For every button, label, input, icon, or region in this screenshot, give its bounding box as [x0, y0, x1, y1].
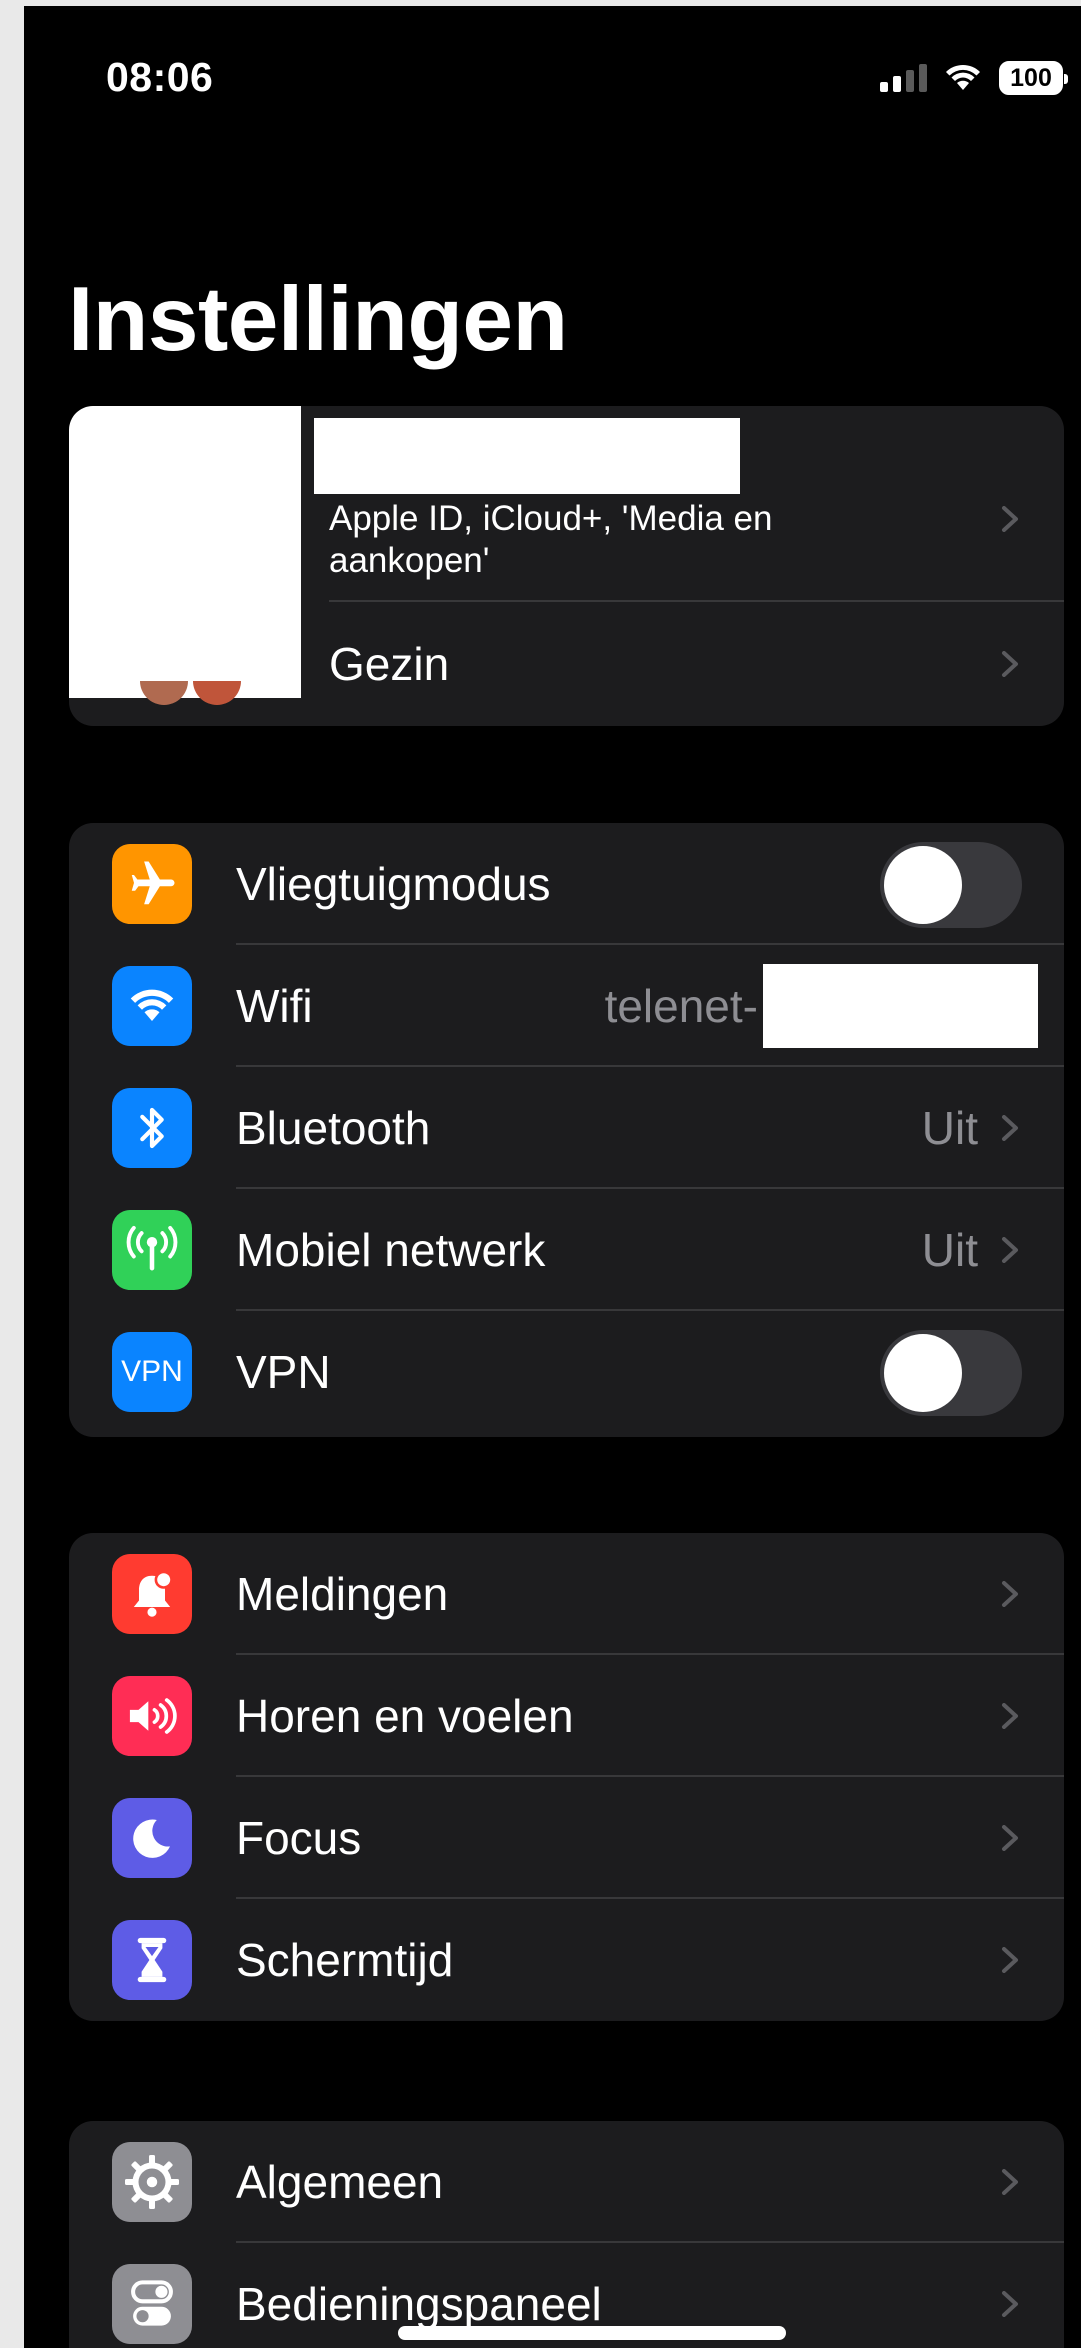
row-notifications[interactable]: Meldingen [69, 1533, 1064, 1655]
airplane-mode-toggle[interactable] [880, 842, 1022, 928]
chevron-right-icon [1002, 1825, 1018, 1851]
chevron-right-icon [1002, 651, 1018, 677]
gear-icon [112, 2142, 192, 2222]
chevron-right-icon [1002, 1581, 1018, 1607]
row-label: Wifi [236, 980, 313, 1032]
wifi-network-name: telenet- [604, 980, 758, 1032]
family-label[interactable]: Gezin [329, 602, 449, 726]
chevron-right-icon [1002, 1947, 1018, 1973]
status-time: 08:06 [106, 54, 214, 100]
row-screen-time[interactable]: Schermtijd [69, 1899, 1064, 2021]
row-value: Uit [921, 1102, 978, 1154]
moon-icon [112, 1798, 192, 1878]
page-title: Instellingen [68, 269, 568, 370]
chevron-right-icon [1002, 2291, 1018, 2317]
profile-subtitle: Apple ID, iCloud+, 'Media en aankopen' [329, 499, 773, 580]
wifi-icon [112, 966, 192, 1046]
bell-icon [112, 1554, 192, 1634]
family-avatars [140, 681, 241, 705]
cellular-signal-icon [880, 64, 927, 92]
row-airplane-mode[interactable]: Vliegtuigmodus [69, 823, 1064, 945]
speaker-icon [112, 1676, 192, 1756]
chevron-right-icon [1002, 2169, 1018, 2195]
profile-name-redacted [314, 418, 740, 494]
row-sounds[interactable]: Horen en voelen [69, 1655, 1064, 1777]
status-icons: 100 [880, 58, 1068, 98]
chevron-right-icon [1002, 1703, 1018, 1729]
chevron-right-icon [1002, 506, 1018, 532]
vpn-toggle[interactable] [880, 1330, 1022, 1416]
row-bluetooth[interactable]: Bluetooth Uit [69, 1067, 1064, 1189]
row-mobile-network[interactable]: Mobiel netwerk Uit [69, 1189, 1064, 1311]
vpn-icon: VPN [112, 1332, 192, 1412]
status-bar: 08:06 100 [24, 6, 1081, 146]
row-label: VPN [236, 1346, 331, 1398]
row-general[interactable]: Algemeen [69, 2121, 1064, 2243]
switches-icon [112, 2264, 192, 2344]
row-value: Uit [921, 1224, 978, 1276]
home-indicator[interactable] [398, 2326, 786, 2340]
airplane-icon [112, 844, 192, 924]
bluetooth-icon [112, 1088, 192, 1168]
chevron-right-icon [1002, 1237, 1018, 1263]
profile-photo-redacted [69, 406, 301, 698]
row-label: Schermtijd [236, 1934, 454, 1986]
antenna-icon [112, 1210, 192, 1290]
row-vpn[interactable]: VPN VPN [69, 1311, 1064, 1433]
settings-screen: 08:06 100 Instellingen Apple ID, iCloud+… [24, 6, 1081, 2348]
wifi-name-redacted [763, 964, 1038, 1048]
row-label: Algemeen [236, 2156, 444, 2208]
hourglass-icon [112, 1920, 192, 2000]
row-focus[interactable]: Focus [69, 1777, 1064, 1899]
battery-indicator: 100 [999, 61, 1068, 95]
profile-card[interactable]: Apple ID, iCloud+, 'Media en aankopen' G… [69, 406, 1064, 726]
row-label: Vliegtuigmodus [236, 858, 551, 910]
row-label: Horen en voelen [236, 1690, 574, 1742]
wifi-status-icon [946, 64, 980, 90]
row-label: Focus [236, 1812, 362, 1864]
row-label: Meldingen [236, 1568, 449, 1620]
row-wifi[interactable]: Wifi telenet- [69, 945, 1064, 1067]
general-group: Algemeen Bedieningspaneel [69, 2121, 1064, 2348]
notifications-group: Meldingen Horen en voelen Focus Schermti… [69, 1533, 1064, 2021]
row-label: Mobiel netwerk [236, 1224, 546, 1276]
row-label: Bluetooth [236, 1102, 431, 1154]
connectivity-group: Vliegtuigmodus Wifi telenet- Bluetooth U [69, 823, 1064, 1437]
chevron-right-icon [1002, 1115, 1018, 1141]
vpn-icon-text: VPN [121, 1355, 183, 1388]
